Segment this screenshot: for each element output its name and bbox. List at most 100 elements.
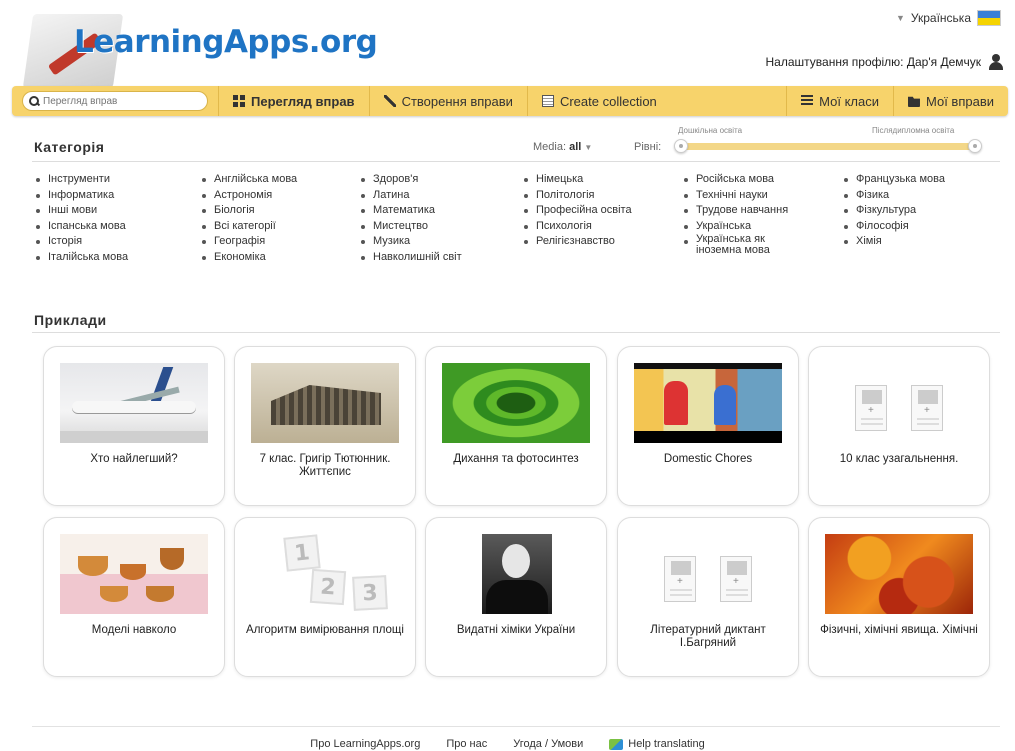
category-link[interactable]: Латина <box>359 188 462 204</box>
category-link[interactable]: Філософія <box>842 219 945 235</box>
chevron-down-icon: ▼ <box>584 143 593 152</box>
blank-template-icon: + + <box>825 363 973 443</box>
numbers-123-icon: 1 2 3 <box>251 534 399 614</box>
translate-icon <box>609 738 624 750</box>
card-title: Domestic Chores <box>663 453 753 465</box>
category-link[interactable]: Історія <box>34 234 128 250</box>
nav-browse-label: Перегляд вправ <box>251 93 355 109</box>
language-label: Українська <box>910 11 971 25</box>
category-link[interactable]: Мистецтво <box>359 219 462 235</box>
footer-about-link[interactable]: Про LearningApps.org <box>310 738 420 750</box>
profile-label: Налаштування профілю: Дар'я Демчук <box>765 55 981 69</box>
example-card[interactable]: + + 10 клас узагальнення. <box>808 346 990 506</box>
collection-icon <box>541 95 554 107</box>
footer-help-translating-link[interactable]: Help translating <box>609 738 705 750</box>
footer-terms-link[interactable]: Угода / Умови <box>513 738 583 750</box>
old-building-photo <box>251 363 399 443</box>
category-link[interactable]: Математика <box>359 203 462 219</box>
example-card[interactable]: Хто найлегший? <box>43 346 225 506</box>
category-link[interactable]: Релігієзнавство <box>522 234 632 250</box>
search-box[interactable] <box>22 91 208 111</box>
card-title: Алгоритм вимірювання площі <box>246 624 404 636</box>
category-column-3: Здоров'я Латина Математика Мистецтво Муз… <box>359 172 462 265</box>
category-link[interactable]: Фізика <box>842 188 945 204</box>
search-input[interactable] <box>43 95 193 107</box>
nav-classes-label: Мої класи <box>819 93 879 109</box>
example-card[interactable]: Domestic Chores <box>617 346 799 506</box>
card-title: Літературний диктант І.Багряний <box>650 624 766 649</box>
nav-create-collection[interactable]: Create collection <box>526 86 671 116</box>
nav-browse-apps[interactable]: Перегляд вправ <box>218 86 369 116</box>
example-card[interactable]: 7 клас. Григір Тютюнник. Життєпис <box>234 346 416 506</box>
category-link[interactable]: Біологія <box>200 203 297 219</box>
category-column-4: Німецька Політологія Професійна освіта П… <box>522 172 632 250</box>
example-card[interactable]: Фізичні, хімічні явища. Хімічні <box>808 517 990 677</box>
card-title: 7 клас. Григір Тютюнник. Життєпис <box>259 453 391 478</box>
category-link[interactable]: Російська мова <box>682 172 832 188</box>
category-link[interactable]: Англійська мова <box>200 172 297 188</box>
category-link[interactable]: Технічні науки <box>682 188 832 204</box>
level-slider-track <box>682 143 978 150</box>
level-max-handle[interactable] <box>968 139 982 153</box>
example-card[interactable]: Видатні хіміки України <box>425 517 607 677</box>
level-range-slider[interactable] <box>674 139 988 153</box>
category-link[interactable]: Економіка <box>200 250 297 266</box>
language-selector[interactable]: ▼ Українська <box>896 10 1001 26</box>
nav-create-app[interactable]: Створення вправи <box>368 86 527 116</box>
category-link[interactable]: Трудове навчання <box>682 203 832 219</box>
chevron-down-icon: ▼ <box>895 13 905 23</box>
category-link[interactable]: Фізкультура <box>842 203 945 219</box>
category-link[interactable]: Французька мова <box>842 172 945 188</box>
category-link[interactable]: Іспанська мова <box>34 219 128 235</box>
category-link[interactable]: Українська як іноземна мова <box>682 234 802 256</box>
levels-label: Рівні: <box>634 141 662 153</box>
media-filter[interactable]: Media: all ▼ <box>533 141 592 153</box>
profile-settings-link[interactable]: Налаштування профілю: Дар'я Демчук <box>766 54 1003 70</box>
tea-set-photo <box>60 534 208 614</box>
category-link[interactable]: Українська <box>682 219 832 235</box>
category-link[interactable]: Інші мови <box>34 203 128 219</box>
category-column-1: Інструменти Інформатика Інші мови Іспанс… <box>34 172 128 265</box>
footer-about-us-link[interactable]: Про нас <box>446 738 487 750</box>
category-column-5: Російська мова Технічні науки Трудове на… <box>682 172 832 256</box>
category-link[interactable]: Політологія <box>522 188 632 204</box>
category-link[interactable]: Психологія <box>522 219 632 235</box>
category-link[interactable]: Музика <box>359 234 462 250</box>
nav-collection-label: Create collection <box>559 93 657 109</box>
category-link[interactable]: Здоров'я <box>359 172 462 188</box>
example-card[interactable]: 1 2 3 Алгоритм вимірювання площі <box>234 517 416 677</box>
category-link[interactable]: Географія <box>200 234 297 250</box>
example-card[interactable]: + + Літературний диктант І.Багряний <box>617 517 799 677</box>
category-link[interactable]: Інформатика <box>34 188 128 204</box>
divider <box>32 332 1000 333</box>
cartoon-video <box>634 363 782 443</box>
help-translating-label: Help translating <box>628 738 705 750</box>
card-title: Видатні хіміки України <box>456 624 576 636</box>
pencil-icon <box>383 95 396 107</box>
user-icon <box>989 54 1003 70</box>
media-value: all <box>569 141 582 153</box>
main-navbar: Перегляд вправ Створення вправи Create c… <box>12 86 1008 116</box>
category-link[interactable]: Астрономія <box>200 188 297 204</box>
category-link[interactable]: Всі категорії <box>200 219 297 235</box>
footer-divider <box>32 726 1000 727</box>
category-link[interactable]: Професійна освіта <box>522 203 632 219</box>
category-column-2: Англійська мова Астрономія Біологія Всі … <box>200 172 297 265</box>
category-link[interactable]: Інструменти <box>34 172 128 188</box>
category-link[interactable]: Навколишній світ <box>359 250 462 266</box>
level-min-handle[interactable] <box>674 139 688 153</box>
footer: Про LearningApps.org Про нас Угода / Умо… <box>0 738 1015 750</box>
category-link[interactable]: Хімія <box>842 234 945 250</box>
category-link[interactable]: Італійська мова <box>34 250 128 266</box>
autumn-leaves-photo <box>825 534 973 614</box>
logo-text: LearningApps.org <box>74 24 378 60</box>
example-card[interactable]: Дихання та фотосинтез <box>425 346 607 506</box>
ukraine-flag-icon <box>977 10 1001 26</box>
card-title: Фізичні, хімічні явища. Хімічні <box>820 624 978 636</box>
example-card[interactable]: Моделі навколо <box>43 517 225 677</box>
nav-my-apps[interactable]: Мої вправи <box>892 86 1008 116</box>
logo[interactable]: LearningApps.org <box>22 8 378 88</box>
nav-my-classes[interactable]: Мої класи <box>786 86 893 116</box>
category-link[interactable]: Німецька <box>522 172 632 188</box>
level-min-label: Дошкільна освіта <box>678 126 743 135</box>
